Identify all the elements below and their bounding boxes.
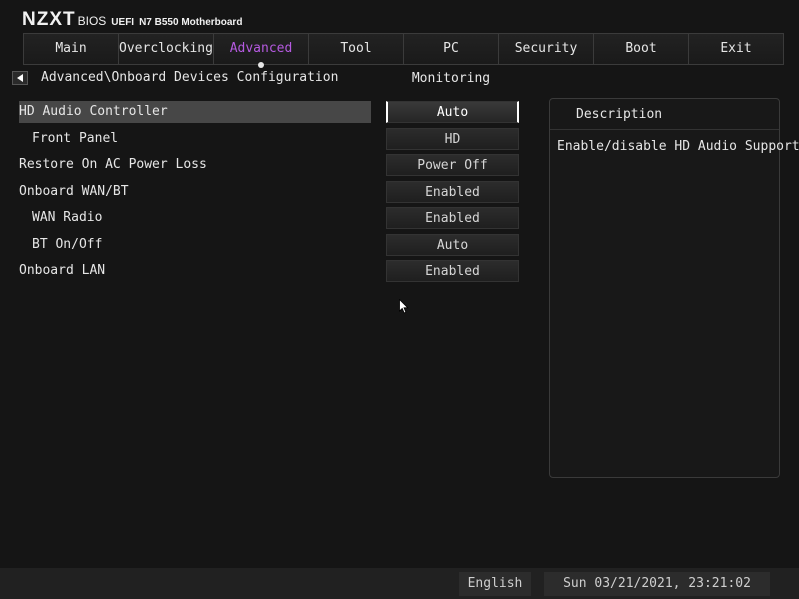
setting-label-hd-audio-controller[interactable]: HD Audio Controller bbox=[19, 101, 371, 123]
tab-label: Security bbox=[514, 41, 578, 56]
bios-label: BIOS bbox=[77, 14, 107, 28]
setting-value-restore-on-ac-power-loss[interactable]: Power Off bbox=[386, 154, 519, 176]
main-tab-bar: Main Overclocking Advanced Tool PC Monit… bbox=[23, 33, 784, 86]
active-tab-indicator bbox=[258, 62, 264, 68]
description-panel: Description Enable/disable HD Audio Supp… bbox=[549, 98, 799, 478]
tab-label: Boot bbox=[625, 41, 657, 56]
system-datetime: Sun 03/21/2021, 23:21:02 bbox=[544, 572, 770, 596]
setting-label-front-panel[interactable]: Front Panel bbox=[19, 128, 371, 150]
description-title: Description bbox=[550, 99, 779, 130]
tab-label: Overclocking bbox=[119, 41, 213, 56]
setting-label-wan-radio[interactable]: WAN Radio bbox=[19, 207, 371, 229]
tab-overclocking[interactable]: Overclocking bbox=[119, 34, 214, 64]
nzxt-logo: NZXT bbox=[22, 9, 76, 30]
mouse-pointer-icon bbox=[399, 299, 409, 314]
setting-value-onboard-wan-bt[interactable]: Enabled bbox=[386, 181, 519, 203]
tab-pc-monitoring[interactable]: PC Monitoring bbox=[404, 34, 499, 86]
tab-label: Main bbox=[55, 41, 87, 56]
tab-advanced[interactable]: Advanced bbox=[214, 34, 309, 68]
tab-main[interactable]: Main bbox=[24, 34, 119, 64]
back-button[interactable] bbox=[12, 71, 28, 85]
tab-exit[interactable]: Exit bbox=[689, 34, 783, 64]
setting-value-front-panel[interactable]: HD bbox=[386, 128, 519, 150]
status-bar: English Sun 03/21/2021, 23:21:02 bbox=[0, 568, 799, 599]
setting-label-onboard-lan[interactable]: Onboard LAN bbox=[19, 260, 371, 282]
tab-label: Advanced bbox=[229, 41, 293, 56]
breadcrumb: Advanced\Onboard Devices Configuration bbox=[41, 70, 339, 85]
tab-label: Tool bbox=[340, 41, 372, 56]
setting-value-bt-on-off[interactable]: Auto bbox=[386, 234, 519, 256]
tab-tool[interactable]: Tool bbox=[309, 34, 404, 64]
language-button[interactable]: English bbox=[459, 572, 531, 596]
setting-label-onboard-wan-bt[interactable]: Onboard WAN/BT bbox=[19, 181, 371, 203]
brand-header: NZXT BIOS UEFI N7 B550 Motherboard bbox=[22, 9, 242, 31]
uefi-label: UEFI bbox=[111, 17, 135, 28]
bios-screen: NZXT BIOS UEFI N7 B550 Motherboard Main … bbox=[0, 0, 799, 599]
setting-value-onboard-lan[interactable]: Enabled bbox=[386, 260, 519, 282]
motherboard-name: N7 B550 Motherboard bbox=[139, 17, 243, 28]
tab-security[interactable]: Security bbox=[499, 34, 594, 64]
setting-label-bt-on-off[interactable]: BT On/Off bbox=[19, 234, 371, 256]
tab-label: PC Monitoring bbox=[411, 41, 491, 86]
setting-value-hd-audio-controller[interactable]: Auto bbox=[386, 101, 519, 123]
back-arrow-icon bbox=[17, 74, 23, 82]
tab-boot[interactable]: Boot bbox=[594, 34, 689, 64]
setting-value-wan-radio[interactable]: Enabled bbox=[386, 207, 519, 229]
tab-label: Exit bbox=[720, 41, 752, 56]
description-text: Enable/disable HD Audio Support bbox=[557, 139, 799, 154]
setting-label-restore-on-ac-power-loss[interactable]: Restore On AC Power Loss bbox=[19, 154, 371, 176]
